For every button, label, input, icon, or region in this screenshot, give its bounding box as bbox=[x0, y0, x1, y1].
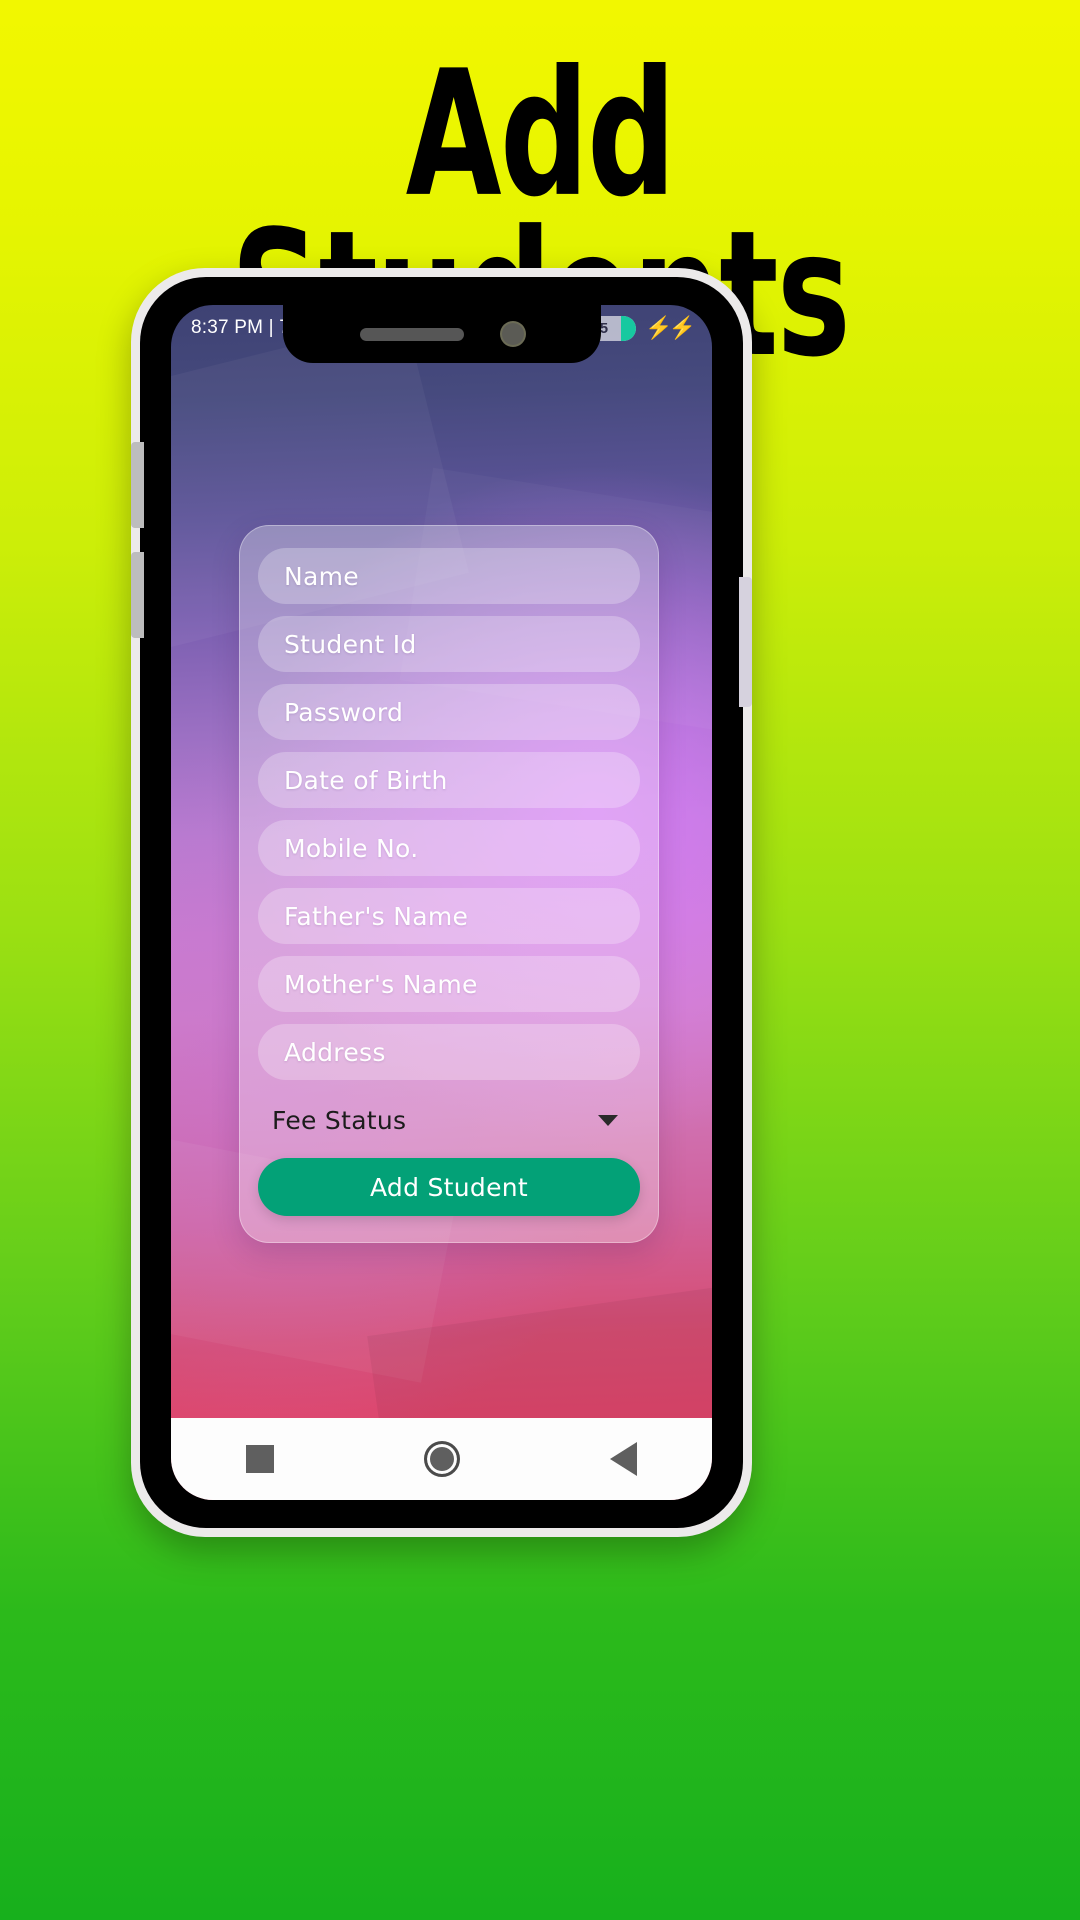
password-input-placeholder: Password bbox=[284, 697, 404, 727]
charging-bolt-icon: ⚡⚡ bbox=[645, 315, 696, 340]
square-recents-icon[interactable] bbox=[246, 1445, 274, 1473]
triangle-back-icon[interactable] bbox=[610, 1442, 637, 1476]
address-input[interactable]: Address bbox=[258, 1024, 640, 1080]
phone-mockup: 8:37 PM | 7.1 : 25 ⚡⚡ bbox=[131, 268, 752, 1537]
mobile-no-input[interactable]: Mobile No. bbox=[258, 820, 640, 876]
name-input[interactable]: Name bbox=[258, 548, 640, 604]
battery-level-fill bbox=[620, 315, 637, 341]
add-student-form-card: Name Student Id Password Date of Birth M… bbox=[239, 525, 659, 1243]
name-input-placeholder: Name bbox=[284, 561, 359, 591]
volume-down-button[interactable] bbox=[131, 552, 144, 638]
power-button[interactable] bbox=[739, 577, 752, 707]
volume-up-button[interactable] bbox=[131, 442, 144, 528]
mothers-name-input-placeholder: Mother's Name bbox=[284, 969, 478, 999]
chevron-down-icon bbox=[598, 1114, 618, 1126]
password-input[interactable]: Password bbox=[258, 684, 640, 740]
mobile-no-input-placeholder: Mobile No. bbox=[284, 833, 419, 863]
fathers-name-input[interactable]: Father's Name bbox=[258, 888, 640, 944]
phone-body: 8:37 PM | 7.1 : 25 ⚡⚡ bbox=[131, 277, 752, 1528]
add-student-button[interactable]: Add Student bbox=[258, 1158, 640, 1216]
fee-status-dropdown[interactable]: Fee Status bbox=[258, 1094, 640, 1146]
date-of-birth-input[interactable]: Date of Birth bbox=[258, 752, 640, 808]
android-navigation-bar bbox=[171, 1418, 712, 1500]
front-camera-icon bbox=[501, 323, 524, 345]
fathers-name-input-placeholder: Father's Name bbox=[284, 901, 469, 931]
student-id-input-placeholder: Student Id bbox=[284, 629, 417, 659]
student-id-input[interactable]: Student Id bbox=[258, 616, 640, 672]
earpiece-speaker bbox=[359, 327, 464, 341]
date-of-birth-input-placeholder: Date of Birth bbox=[284, 765, 448, 795]
phone-screen: 8:37 PM | 7.1 : 25 ⚡⚡ bbox=[171, 305, 712, 1500]
address-input-placeholder: Address bbox=[284, 1037, 386, 1067]
add-student-button-label: Add Student bbox=[369, 1172, 529, 1202]
mothers-name-input[interactable]: Mother's Name bbox=[258, 956, 640, 1012]
phone-notch bbox=[282, 305, 601, 363]
fee-status-dropdown-label: Fee Status bbox=[272, 1105, 407, 1135]
circle-home-icon[interactable] bbox=[424, 1441, 460, 1477]
